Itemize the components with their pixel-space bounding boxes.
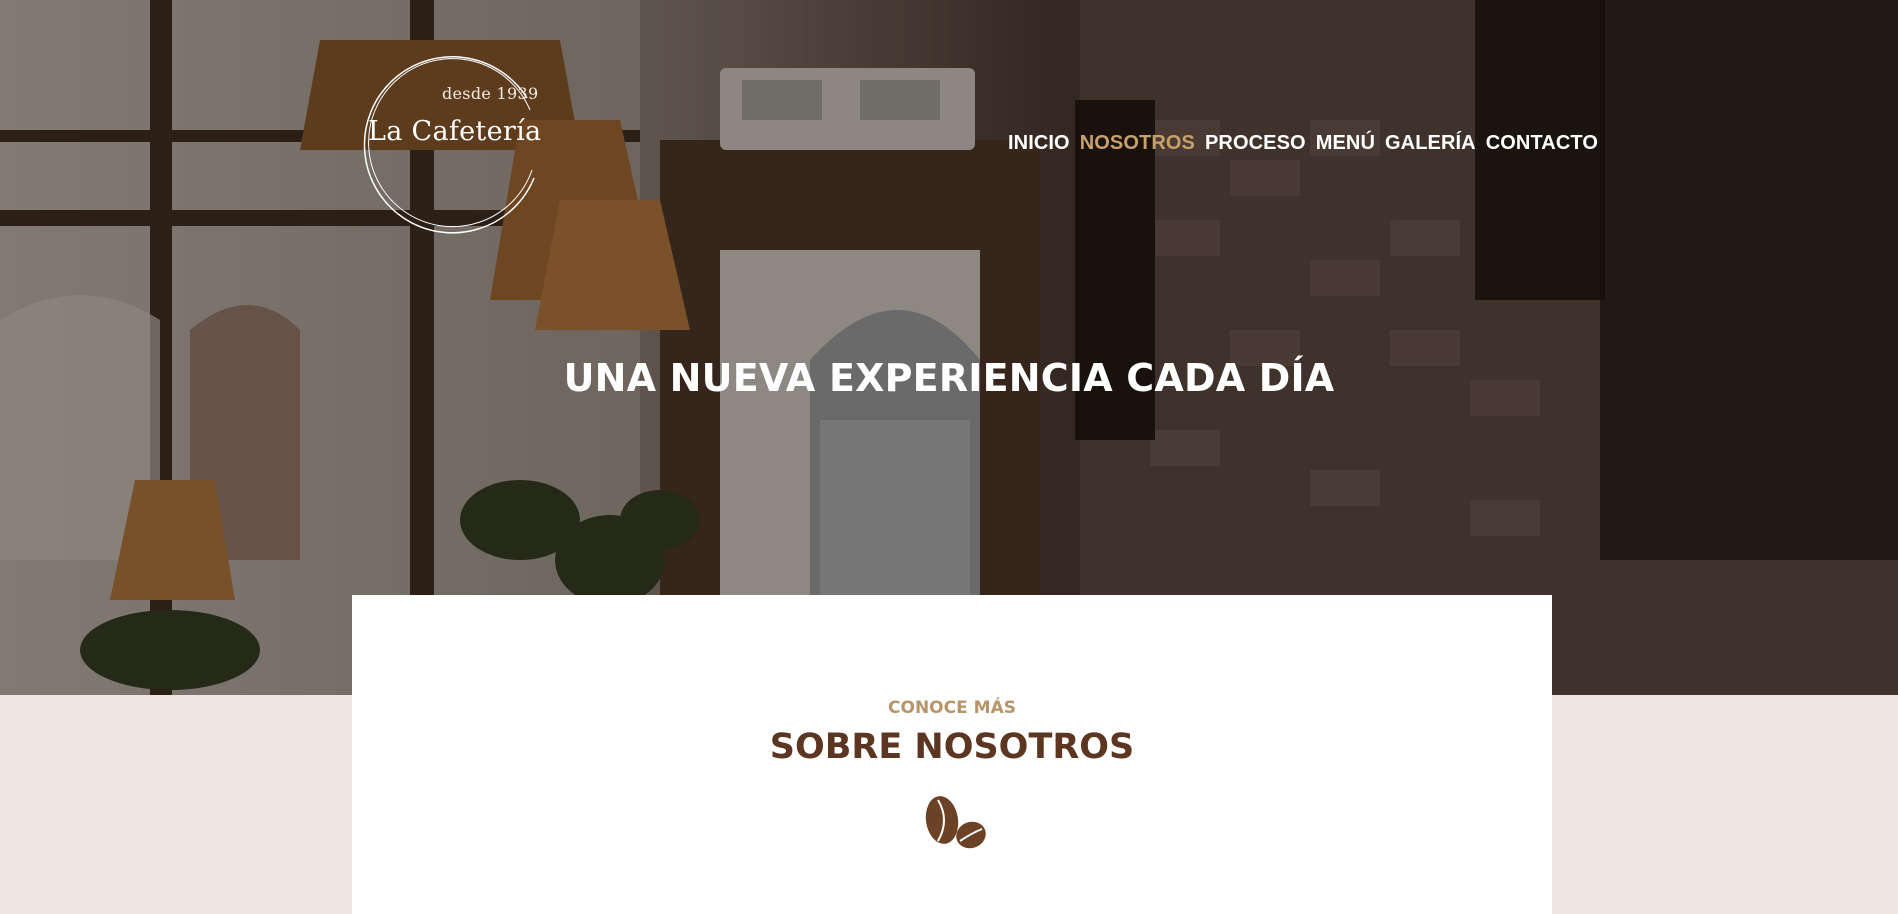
about-section: CONOCE MÁS SOBRE NOSOTROS — [352, 595, 1552, 914]
hero-overlay — [0, 0, 1898, 695]
coffee-beans-icon — [925, 796, 986, 849]
nav-item-nosotros[interactable]: NOSOTROS — [1080, 132, 1195, 155]
logo-since-text: desde 1939 — [442, 84, 539, 103]
nav-item-proceso[interactable]: PROCESO — [1205, 132, 1306, 155]
main-nav: INICIO NOSOTROS PROCESO MENÚ GALERÍA CON… — [1008, 132, 1608, 155]
nav-item-menu[interactable]: MENÚ — [1316, 132, 1375, 155]
site-logo[interactable]: desde 1939 La Cafetería — [362, 48, 548, 240]
hero-banner: desde 1939 La Cafetería INICIO NOSOTROS … — [0, 0, 1898, 695]
section-title: SOBRE NOSOTROS — [769, 727, 1135, 767]
hero-title: UNA NUEVA EXPERIENCIA CADA DÍA — [563, 356, 1335, 400]
nav-item-inicio[interactable]: INICIO — [1008, 132, 1070, 155]
section-kicker: CONOCE MÁS — [888, 698, 1016, 718]
nav-item-galeria[interactable]: GALERÍA — [1385, 132, 1476, 155]
nav-item-contacto[interactable]: CONTACTO — [1486, 132, 1598, 155]
logo-name-text: La Cafetería — [368, 116, 542, 147]
